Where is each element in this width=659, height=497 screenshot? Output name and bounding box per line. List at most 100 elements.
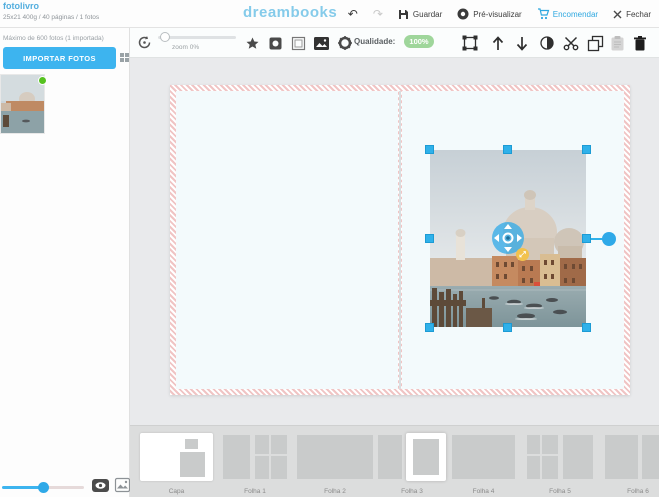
filmstrip-item-folha4[interactable]: Folha 4 [452,426,515,497]
page-thumbnail[interactable] [563,435,593,479]
edit-toolbar: zoom 0% Qualidade: 100% [130,28,659,58]
delete-button[interactable] [632,34,648,52]
contrast-button[interactable] [539,35,555,51]
zoom-level-label: zoom 0% [172,44,199,51]
page-thumbnail[interactable] [642,435,659,479]
photo-warning-badge[interactable]: ⤢ [516,248,529,261]
scissors-icon [563,35,579,51]
spread-center-divider [399,91,401,389]
close-button[interactable]: Fechar [613,10,651,19]
page-thumbnail[interactable] [605,435,638,479]
send-backward-button[interactable] [514,34,530,52]
gear-icon [338,36,352,50]
zoom-slider-track[interactable] [158,36,236,39]
cover-thumbnail[interactable] [140,433,213,481]
mask-icon [269,37,282,50]
floppy-disk-icon [398,9,409,20]
pages-filmstrip: Capa Folha 1 Folha 2 Folha 3 Folha 4 Fol… [130,425,659,497]
resize-handle-top-left[interactable] [425,145,434,154]
redo-icon[interactable]: ↷ [373,7,383,21]
page-thumbnail-grid[interactable] [527,435,558,479]
rotate-reset-button[interactable] [136,34,152,50]
duplicate-button[interactable] [586,34,604,52]
star-icon [246,37,259,50]
rotate-icon [137,35,152,50]
close-icon [613,10,622,19]
filmstrip-label: Capa [130,488,223,495]
import-photos-button[interactable]: IMPORTAR FOTOS [3,47,116,69]
filmstrip-item-folha3-selected[interactable]: Folha 3 [378,426,446,497]
clipboard-icon [611,36,624,51]
background-button[interactable] [313,35,330,51]
resize-handle-middle-right[interactable] [582,234,591,243]
resize-handle-bottom-right[interactable] [582,323,591,332]
cart-icon [537,8,549,20]
photos-count-info: Máximo de 600 fotos (1 importada) [3,35,127,42]
photo-view-icon[interactable] [115,478,130,492]
selected-page-photo-box [413,439,439,475]
transform-frame-icon [462,35,478,51]
spread-thumbnail[interactable] [452,435,515,479]
image-icon [314,37,329,50]
resize-handle-bottom-left[interactable] [425,323,434,332]
filmstrip-item-folha6[interactable]: Folha 6 [605,426,659,497]
settings-button[interactable] [337,35,353,51]
zoom-slider-knob[interactable] [160,32,170,42]
cover-photo-box [180,452,205,477]
arrow-up-icon [492,36,504,51]
resize-handle-middle-left[interactable] [425,234,434,243]
selected-photo[interactable]: ⤢ [430,150,586,327]
resize-handle-top-middle[interactable] [503,145,512,154]
frame-button[interactable] [290,35,306,51]
canvas-zoom-slider[interactable]: zoom 0% [158,36,236,39]
page-thumbnail[interactable] [378,435,402,479]
page-thumbnail[interactable] [223,435,250,479]
view-grid-icon[interactable] [120,53,129,62]
cut-button[interactable] [562,34,580,52]
project-title: fotolivro [3,2,99,12]
save-button[interactable]: Guardar [398,9,442,20]
quality-label: Qualidade: [354,37,395,46]
save-label: Guardar [413,10,442,19]
mask-button[interactable] [267,35,283,51]
thumbnail-size-slider[interactable] [2,482,84,493]
contrast-icon [540,36,554,50]
rotation-handle[interactable] [602,232,616,246]
order-button[interactable]: Encomendar [537,8,598,20]
editor-canvas[interactable]: ⤢ [130,58,659,425]
preview-button[interactable]: Pré-visualizar [457,8,521,20]
filmstrip-label: Folha 2 [297,488,373,495]
resize-handle-bottom-middle[interactable] [503,323,512,332]
filmstrip-item-folha5[interactable]: Folha 5 [527,426,593,497]
eye-icon [457,8,469,20]
filmstrip-item-capa[interactable]: Capa [130,426,223,497]
venice-thumbnail-image [1,75,44,133]
undo-icon[interactable]: ↶ [348,7,358,21]
spread-thumbnail[interactable] [297,435,373,479]
filmstrip-label: Folha 1 [223,488,287,495]
filmstrip-item-folha2[interactable]: Folha 2 [297,426,373,497]
page-thumbnail-grid[interactable] [255,435,287,479]
resize-handle-top-right[interactable] [582,145,591,154]
quality-badge: 100% [404,35,434,48]
photo-used-indicator [38,76,47,85]
arrow-down-icon [516,36,528,51]
slider-track-empty [44,486,84,489]
crop-button[interactable] [461,34,479,52]
slider-knob[interactable] [38,482,49,493]
filmstrip-label: Folha 6 [605,488,659,495]
selected-page-thumbnail[interactable] [406,433,446,481]
top-bar: fotolivro 25x21 400g / 40 páginas / 1 fo… [0,0,659,28]
hide-used-icon[interactable] [92,479,109,492]
filmstrip-item-folha1[interactable]: Folha 1 [223,426,287,497]
bring-forward-button[interactable] [490,34,506,52]
order-label: Encomendar [553,10,598,19]
project-info: fotolivro 25x21 400g / 40 páginas / 1 fo… [3,2,99,21]
paste-button-disabled[interactable] [609,34,625,52]
project-subtitle: 25x21 400g / 40 páginas / 1 fotos [3,14,99,21]
frame-icon [292,37,305,50]
photobook-editor: fotolivro 25x21 400g / 40 páginas / 1 fo… [0,0,659,497]
effects-button[interactable] [244,35,260,51]
page-left[interactable] [176,91,398,389]
trash-icon [634,36,646,51]
